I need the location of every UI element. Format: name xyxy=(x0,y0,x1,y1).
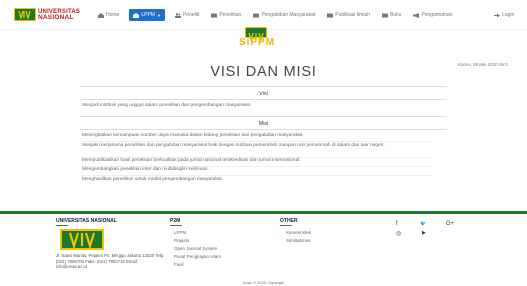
footer-link-fasil[interactable]: Fasil xyxy=(174,262,184,267)
top-navbar: UNIVERSITAS NASIONAL Home LPPM ▼ Penelit… xyxy=(0,0,527,30)
nav-publikasi-ilmiah[interactable]: Publikasi Ilmiah xyxy=(325,9,372,21)
misi-item: Meningkatkan kemampuan sumber daya manus… xyxy=(82,133,304,138)
footer-col-other-title: OTHER xyxy=(280,218,298,224)
nav-buku[interactable]: Buku xyxy=(380,9,403,21)
twitter-icon[interactable]: 🐦 xyxy=(420,221,426,227)
misi-item: Menjalin kerjasama penelitian dan pengab… xyxy=(82,143,385,148)
misi-item: Mempublikasikan hasil penelitian berkual… xyxy=(82,158,301,163)
login-link[interactable]: Login xyxy=(494,9,514,21)
nav-peneliti[interactable]: Peneliti xyxy=(173,9,201,21)
copyright-text: Unas © 2020 Copyright xyxy=(242,280,285,285)
university-emblem xyxy=(14,8,36,21)
brand-logo[interactable]: UNIVERSITAS NASIONAL xyxy=(14,8,80,21)
page-title: VISI DAN MISI xyxy=(210,64,317,80)
footer-col-university-title: UNIVERSITAS NASIONAL xyxy=(56,218,117,224)
users-icon xyxy=(174,12,181,18)
footer-accent-bar xyxy=(0,211,527,214)
divider xyxy=(80,86,447,87)
footer-link-pusat-pengkajian-islam[interactable]: Pusat Pengkajian Islam xyxy=(174,254,221,259)
nav-lppm[interactable]: LPPM ▼ xyxy=(129,9,165,21)
footer-link-simlitabmas[interactable]: Simlitabmas xyxy=(286,238,311,243)
building-icon xyxy=(133,12,140,18)
chevron-down-icon: ▼ xyxy=(156,12,161,18)
nav-penelitian[interactable]: Penelitian xyxy=(209,9,243,21)
home-icon xyxy=(98,12,104,18)
visi-heading: Visi xyxy=(259,91,268,97)
nav-home[interactable]: Home xyxy=(96,9,121,21)
book-open-icon xyxy=(382,13,388,17)
misi-item: Mengembangkan penelitian inter dan multi… xyxy=(82,167,209,172)
sippm-logo: SiPPM xyxy=(217,27,297,49)
footer-address: Jl. Sawo Manila, Pejaten Ps. Minggu Jaka… xyxy=(56,253,165,269)
flask-icon xyxy=(211,13,218,17)
nav-pengumuman[interactable]: Pengumuman xyxy=(411,9,454,21)
login-icon xyxy=(494,13,500,17)
google-plus-icon[interactable]: G+ xyxy=(446,221,454,227)
divider xyxy=(80,129,447,130)
footer-col-p2m-title: P2M xyxy=(170,218,181,224)
sippm-wordmark: SiPPM xyxy=(238,37,276,48)
youtube-icon[interactable]: ▶ xyxy=(422,230,426,236)
visi-text: Menjadi institusi yang unggul dalam pene… xyxy=(82,103,252,108)
footer-university-logo xyxy=(60,229,104,250)
handshake-icon xyxy=(253,13,260,17)
footer-link-ojs[interactable]: Open Journal System xyxy=(174,246,217,251)
instagram-icon[interactable]: ◎ xyxy=(396,230,401,237)
footer-link-lppm[interactable]: LPPM xyxy=(174,230,186,235)
megaphone-icon xyxy=(413,12,420,18)
book-icon xyxy=(327,13,334,17)
divider xyxy=(80,99,447,100)
footer-link-prajuris[interactable]: Prajuris xyxy=(174,238,189,243)
misi-item: Menghasilkan penelitian untuk model peng… xyxy=(82,177,224,182)
facebook-icon[interactable]: f xyxy=(396,221,398,227)
misi-heading: Misi xyxy=(258,121,269,127)
main-nav: Home LPPM ▼ Peneliti Penelitian Pengabdi… xyxy=(96,9,463,21)
footer-link-kemenristek[interactable]: Kemenristek xyxy=(286,230,311,235)
divider xyxy=(80,116,447,117)
brand-line-2: NASIONAL xyxy=(38,13,74,21)
nav-pengabdian-masyarakat[interactable]: Pengabdian Masyarakat xyxy=(251,9,317,21)
